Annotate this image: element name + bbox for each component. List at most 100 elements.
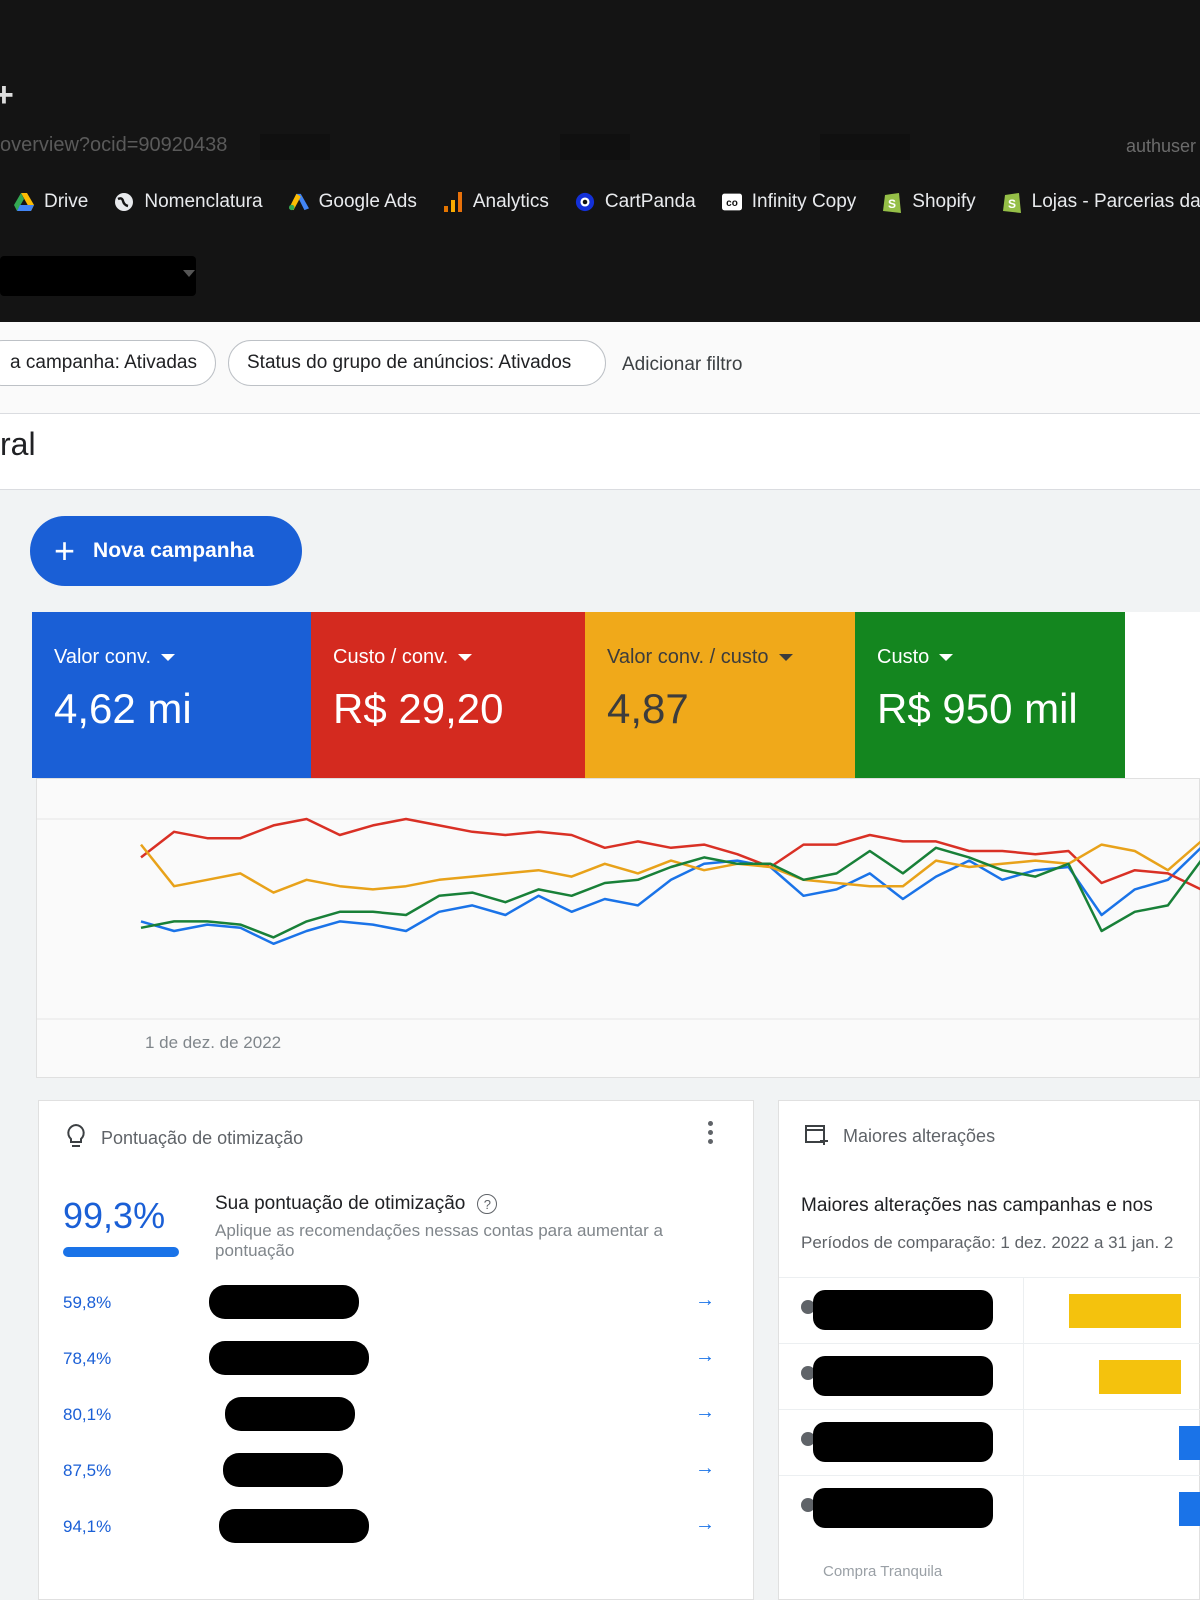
arrow-forward-icon[interactable]: → bbox=[695, 1345, 715, 1368]
account-score: 87,5% bbox=[63, 1461, 112, 1480]
account-name-redacted bbox=[209, 1285, 359, 1319]
campaign-name-redacted bbox=[813, 1290, 993, 1330]
lightbulb-icon bbox=[65, 1123, 87, 1154]
help-icon[interactable]: ? bbox=[477, 1194, 498, 1214]
table-row[interactable] bbox=[779, 1475, 1200, 1541]
metric-card-add[interactable] bbox=[1125, 612, 1200, 778]
metric-card-cost-per-conv[interactable]: Custo / conv. R$ 29,20 bbox=[311, 612, 585, 778]
performance-chart: 1 de dez. de 2022 bbox=[36, 778, 1200, 1078]
account-name-redacted bbox=[209, 1341, 369, 1375]
bookmark-cartpanda[interactable]: CartPanda bbox=[575, 191, 696, 213]
new-tab-icon[interactable]: + bbox=[0, 76, 14, 115]
comparison-period: Períodos de comparação: 1 dez. 2022 a 31… bbox=[801, 1233, 1174, 1252]
optimization-score-bar bbox=[63, 1247, 179, 1257]
ads-app: a campanha: Ativadas Status do grupo de … bbox=[0, 322, 1200, 1600]
google-ads-icon bbox=[288, 192, 309, 212]
account-name-redacted bbox=[223, 1453, 343, 1487]
ad-group-status-filter-chip[interactable]: Status do grupo de anúncios: Ativados bbox=[228, 340, 606, 386]
list-item[interactable]: 94,1% → bbox=[39, 1505, 755, 1561]
infinity-copy-icon: co bbox=[721, 192, 742, 212]
changes-list bbox=[779, 1277, 1200, 1541]
card-title: Maiores alterações bbox=[843, 1126, 996, 1146]
filter-bar: a campanha: Ativadas Status do grupo de … bbox=[0, 322, 1200, 414]
metric-label: Valor conv. / custo bbox=[607, 646, 769, 668]
campaign-status-filter-chip[interactable]: a campanha: Ativadas bbox=[0, 340, 216, 386]
list-item[interactable]: 87,5% → bbox=[39, 1449, 755, 1505]
bookmark-lojas-parcerias[interactable]: S Lojas - Parcerias da... bbox=[1002, 191, 1200, 213]
list-item[interactable]: 80,1% → bbox=[39, 1393, 755, 1449]
arrow-forward-icon[interactable]: → bbox=[695, 1457, 715, 1480]
metric-value: 4,62 mi bbox=[54, 685, 192, 732]
url-tail: authuser bbox=[1126, 136, 1197, 156]
metric-label: Custo / conv. bbox=[333, 646, 449, 668]
optimization-score-description: Aplique as recomendações nessas contas p… bbox=[215, 1221, 663, 1261]
metric-label: Custo bbox=[877, 646, 930, 668]
plus-icon: + bbox=[54, 530, 76, 571]
arrow-forward-icon[interactable]: → bbox=[695, 1401, 715, 1424]
metric-label: Valor conv. bbox=[54, 646, 152, 668]
list-item[interactable]: 59,8% → bbox=[39, 1281, 755, 1337]
page-title: ral bbox=[0, 426, 36, 462]
bookmark-drive[interactable]: Drive bbox=[14, 191, 88, 213]
card-header: Maiores alterações bbox=[805, 1123, 995, 1150]
bookmark-google-ads[interactable]: Google Ads bbox=[288, 191, 417, 213]
new-campaign-button[interactable]: + Nova campanha bbox=[30, 516, 302, 586]
chevron-down-icon bbox=[183, 270, 195, 277]
table-row[interactable] bbox=[779, 1343, 1200, 1409]
campaign-name-redacted bbox=[813, 1356, 993, 1396]
bookmarks-bar: Drive Nomenclatura Google Ads Analytics … bbox=[0, 182, 1200, 222]
browser-chrome: + overview?ocid=90920438 authuser Drive … bbox=[0, 0, 1200, 330]
bookmark-shopify[interactable]: S Shopify bbox=[882, 191, 976, 213]
metric-value: 4,87 bbox=[607, 685, 689, 732]
card-title: Pontuação de otimização bbox=[101, 1128, 304, 1148]
account-score: 80,1% bbox=[63, 1405, 112, 1424]
change-bar bbox=[1099, 1360, 1181, 1394]
url-redaction bbox=[260, 134, 330, 160]
table-row[interactable] bbox=[779, 1409, 1200, 1475]
changes-title: Maiores alterações nas campanhas e nos bbox=[801, 1195, 1153, 1216]
caret-down-icon bbox=[161, 654, 176, 661]
account-score: 78,4% bbox=[63, 1349, 112, 1368]
metric-card-conv-value[interactable]: Valor conv. 4,62 mi bbox=[32, 612, 311, 778]
chart-x-tick-label: 1 de dez. de 2022 bbox=[145, 1033, 282, 1052]
more-vert-icon[interactable] bbox=[708, 1121, 713, 1144]
arrow-forward-icon[interactable]: → bbox=[695, 1513, 715, 1536]
metric-card-cost[interactable]: Custo R$ 950 mil bbox=[855, 612, 1125, 778]
metric-value: R$ 29,20 bbox=[333, 685, 504, 732]
new-campaign-label: Nova campanha bbox=[93, 539, 255, 562]
svg-text:S: S bbox=[888, 197, 896, 211]
optimization-score-value: 99,3% bbox=[63, 1195, 166, 1236]
svg-text:co: co bbox=[726, 198, 738, 209]
bookmark-infinity-copy[interactable]: co Infinity Copy bbox=[721, 191, 856, 213]
address-bar[interactable]: overview?ocid=90920438 authuser bbox=[0, 134, 1200, 164]
drive-icon bbox=[14, 192, 34, 212]
account-score: 94,1% bbox=[63, 1517, 112, 1536]
dashboard-add-icon bbox=[805, 1123, 829, 1150]
caret-down-icon bbox=[778, 654, 793, 661]
table-row[interactable] bbox=[779, 1277, 1200, 1343]
account-name-redacted bbox=[225, 1397, 355, 1431]
metric-value: R$ 950 mil bbox=[877, 685, 1078, 732]
account-name-redacted bbox=[219, 1509, 369, 1543]
metric-card-conv-value-per-cost[interactable]: Valor conv. / custo 4,87 bbox=[585, 612, 855, 778]
changes-footer-text: Compra Tranquila bbox=[823, 1563, 943, 1580]
list-item[interactable]: 78,4% → bbox=[39, 1337, 755, 1393]
add-filter-button[interactable]: Adicionar filtro bbox=[622, 354, 742, 376]
metric-cards: Valor conv. 4,62 mi Custo / conv. R$ 29,… bbox=[32, 612, 1200, 778]
change-bar bbox=[1069, 1294, 1181, 1328]
change-bar bbox=[1179, 1426, 1200, 1460]
page-header: ral bbox=[0, 414, 1200, 490]
arrow-forward-icon[interactable]: → bbox=[695, 1289, 715, 1312]
card-header: Pontuação de otimização bbox=[65, 1123, 303, 1154]
optimization-score-card: Pontuação de otimização 99,3% Sua pontua… bbox=[38, 1100, 754, 1600]
bookmark-nomenclatura[interactable]: Nomenclatura bbox=[114, 191, 263, 213]
account-score: 59,8% bbox=[63, 1293, 112, 1312]
url-text: overview?ocid=90920438 bbox=[0, 134, 228, 156]
account-selector-redacted[interactable] bbox=[0, 256, 196, 296]
bookmark-analytics[interactable]: Analytics bbox=[443, 191, 549, 213]
caret-down-icon bbox=[939, 654, 954, 661]
optimization-score-title: Sua pontuação de otimização ? bbox=[215, 1193, 498, 1215]
change-bar bbox=[1179, 1492, 1200, 1526]
analytics-icon bbox=[443, 192, 463, 212]
cartpanda-icon bbox=[575, 192, 595, 212]
